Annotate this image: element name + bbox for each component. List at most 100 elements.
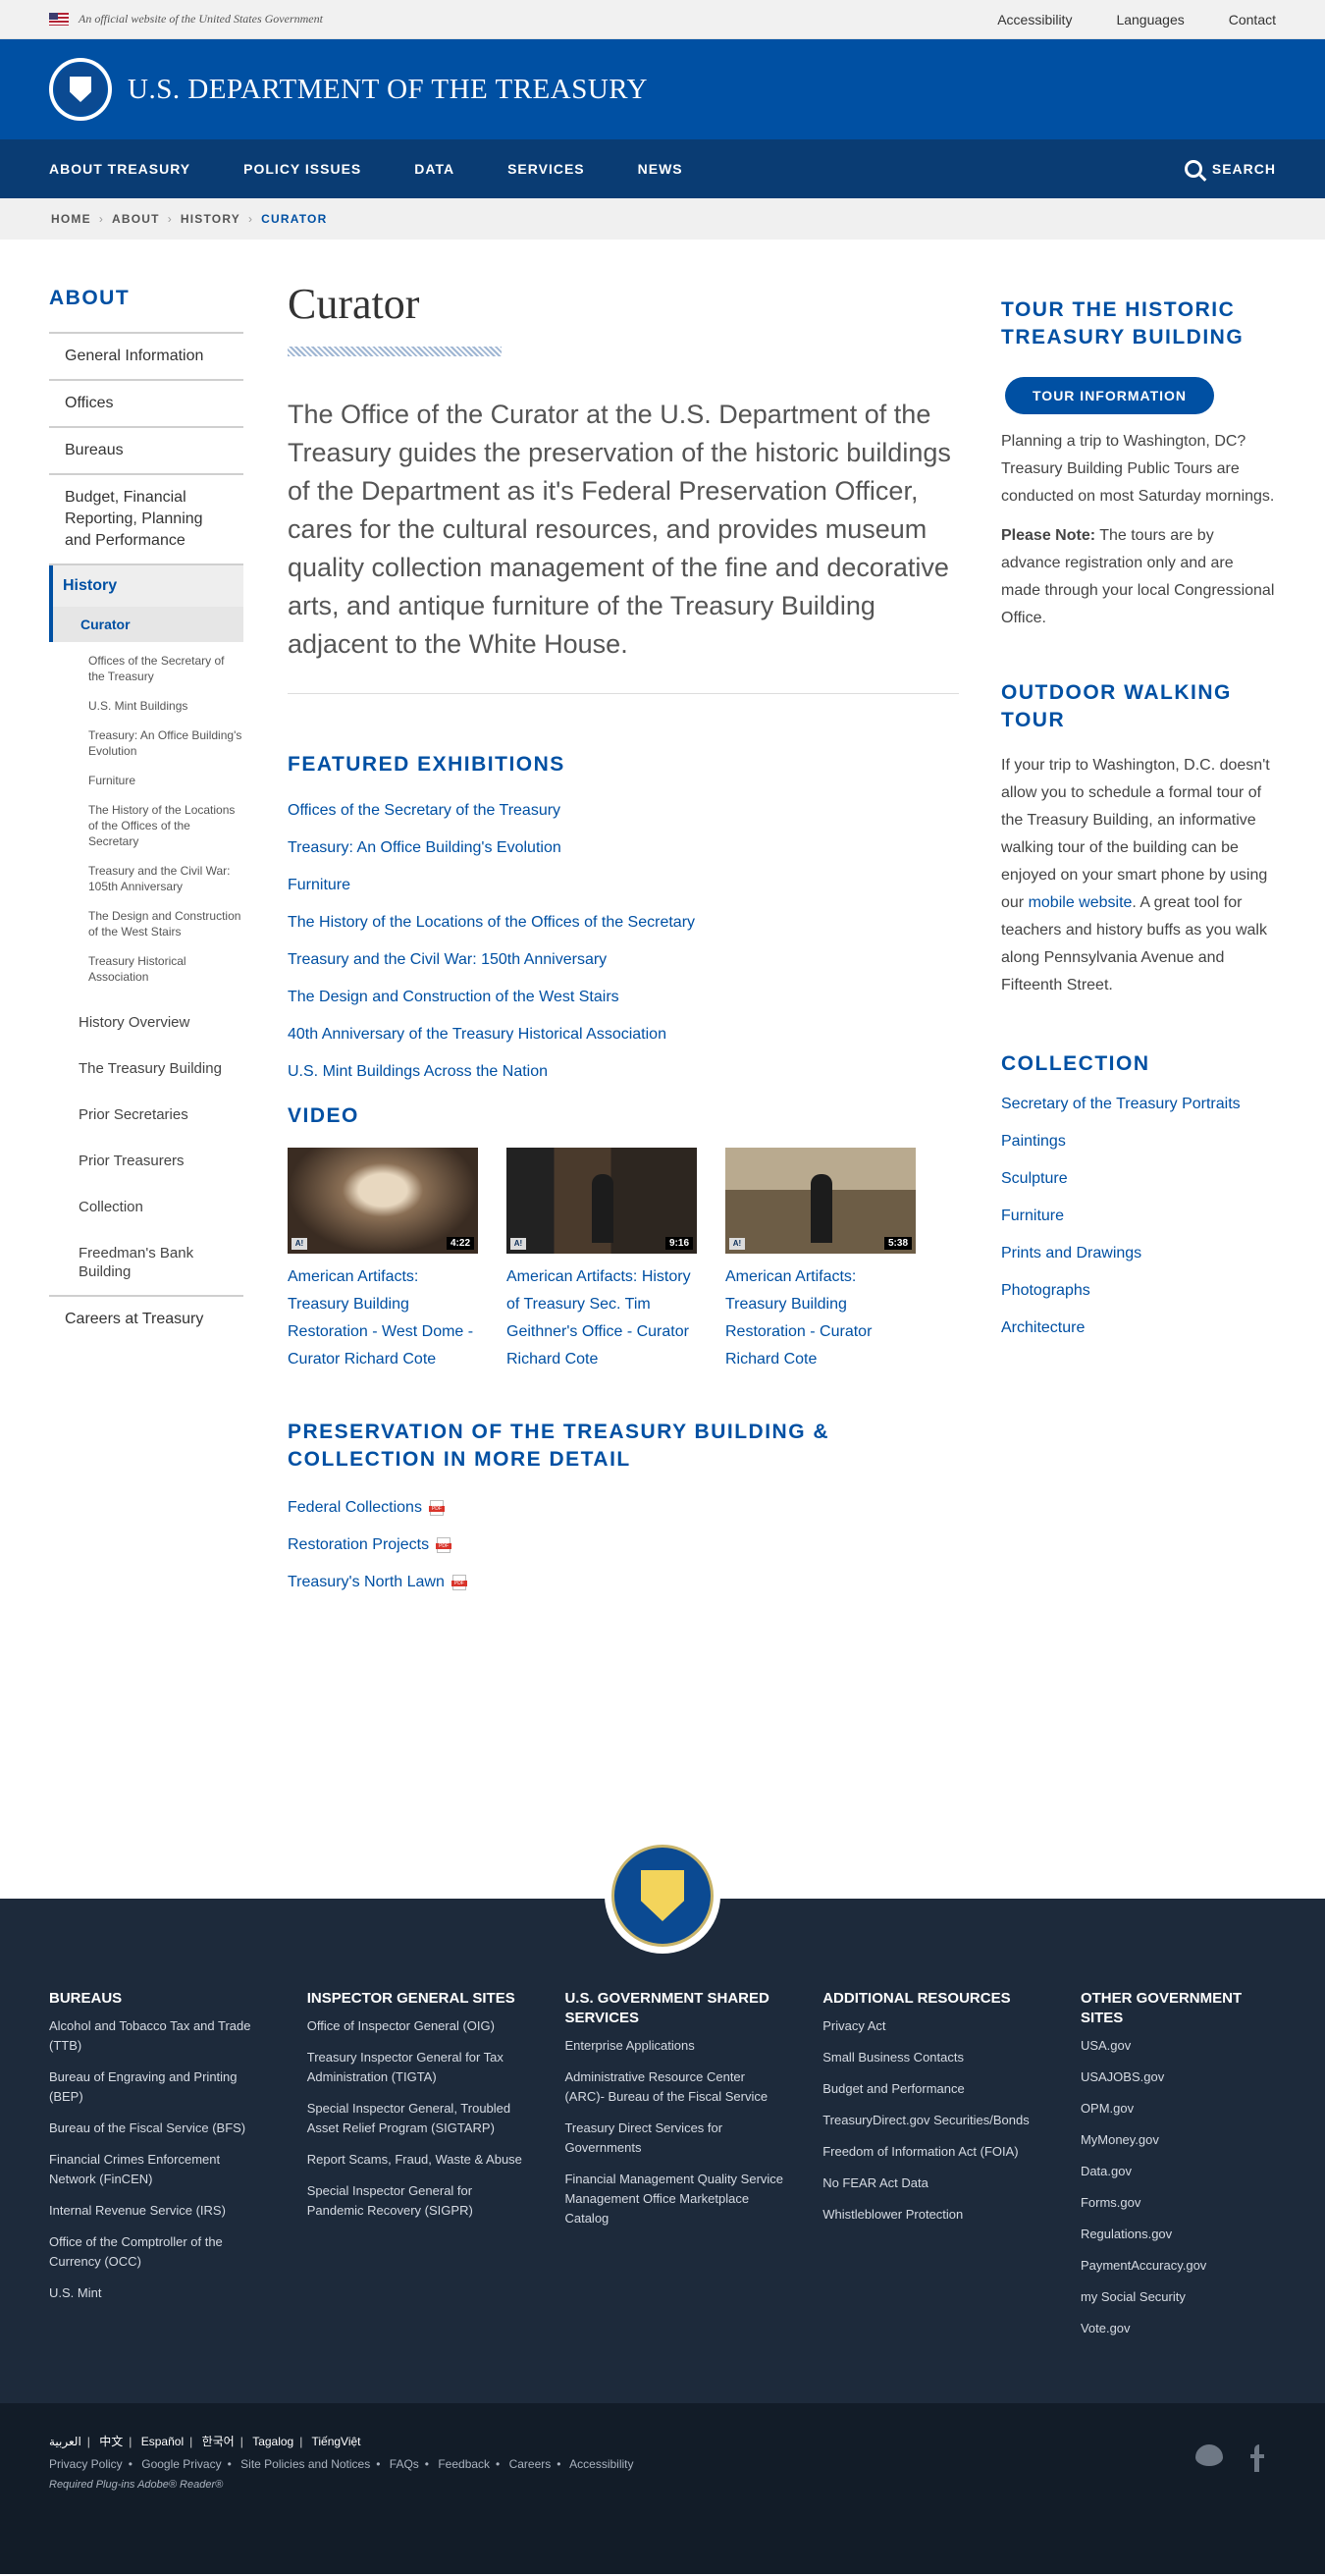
video-thumbnail[interactable]: A! 4:22 xyxy=(288,1148,478,1254)
subnav-item[interactable]: Treasury Historical Association xyxy=(49,946,243,992)
footer-link[interactable]: TreasuryDirect.gov Securities/Bonds xyxy=(822,2111,1081,2130)
exhibition-link[interactable]: Furniture xyxy=(288,867,959,904)
language-link[interactable]: TiếngViệt xyxy=(311,2435,360,2448)
exhibition-link[interactable]: The Design and Construction of the West … xyxy=(288,979,959,1016)
footer-link[interactable]: Data.gov xyxy=(1081,2162,1276,2181)
language-link[interactable]: 中文 xyxy=(99,2435,123,2448)
nav-policy-issues[interactable]: POLICY ISSUES xyxy=(243,161,361,177)
footer-link[interactable]: Budget and Performance xyxy=(822,2079,1081,2099)
contact-link[interactable]: Contact xyxy=(1229,12,1276,27)
subnav-item[interactable]: Furniture xyxy=(49,766,243,795)
collection-link[interactable]: Photographs xyxy=(1001,1272,1276,1310)
footer-link[interactable]: Bureau of the Fiscal Service (BFS) xyxy=(49,2119,307,2138)
nav-about-treasury[interactable]: ABOUT TREASURY xyxy=(49,161,190,177)
footer-link[interactable]: Internal Revenue Service (IRS) xyxy=(49,2201,307,2221)
policy-link[interactable]: FAQs xyxy=(390,2457,419,2471)
search-button[interactable]: SEARCH xyxy=(1184,160,1276,178)
sidebar-item-prior-treasurers[interactable]: Prior Treasurers xyxy=(49,1138,243,1184)
exhibition-link[interactable]: U.S. Mint Buildings Across the Nation xyxy=(288,1053,959,1091)
policy-link[interactable]: Careers xyxy=(509,2457,552,2471)
mobile-website-link[interactable]: mobile website xyxy=(1029,894,1133,911)
pdf-link-north-lawn[interactable]: Treasury's North Lawn xyxy=(288,1564,959,1601)
collection-link[interactable]: Sculpture xyxy=(1001,1160,1276,1198)
footer-link[interactable]: Special Inspector General, Troubled Asse… xyxy=(307,2099,565,2138)
footer-link[interactable]: Forms.gov xyxy=(1081,2193,1276,2213)
tour-information-button[interactable]: TOUR INFORMATION xyxy=(1005,377,1215,414)
collection-link[interactable]: Secretary of the Treasury Portraits xyxy=(1001,1086,1276,1123)
facebook-icon[interactable] xyxy=(1250,2444,1264,2472)
subnav-item[interactable]: The History of the Locations of the Offi… xyxy=(49,795,243,856)
language-link[interactable]: Tagalog xyxy=(252,2435,293,2448)
sidebar-item-general-information[interactable]: General Information xyxy=(49,332,243,381)
treasury-seal-icon[interactable] xyxy=(605,1838,720,1954)
subnav-item[interactable]: Treasury: An Office Building's Evolution xyxy=(49,721,243,766)
subnav-item[interactable]: Treasury and the Civil War: 105th Annive… xyxy=(49,856,243,901)
exhibition-link[interactable]: Treasury and the Civil War: 150th Annive… xyxy=(288,941,959,979)
subnav-item[interactable]: Offices of the Secretary of the Treasury xyxy=(49,646,243,691)
footer-link[interactable]: U.S. Mint xyxy=(49,2283,307,2303)
footer-link[interactable]: USAJOBS.gov xyxy=(1081,2067,1276,2087)
footer-link[interactable]: MyMoney.gov xyxy=(1081,2130,1276,2150)
subnav-item[interactable]: U.S. Mint Buildings xyxy=(49,691,243,721)
policy-link[interactable]: Privacy Policy xyxy=(49,2457,123,2471)
footer-link[interactable]: Alcohol and Tobacco Tax and Trade (TTB) xyxy=(49,2016,307,2056)
exhibition-link[interactable]: The History of the Locations of the Offi… xyxy=(288,904,959,941)
video-title-link[interactable]: American Artifacts: Treasury Building Re… xyxy=(725,1268,872,1368)
footer-link[interactable]: Freedom of Information Act (FOIA) xyxy=(822,2142,1081,2162)
sidebar-item-prior-secretaries[interactable]: Prior Secretaries xyxy=(49,1092,243,1138)
sidebar-item-careers[interactable]: Careers at Treasury xyxy=(49,1295,243,1342)
footer-link[interactable]: Small Business Contacts xyxy=(822,2048,1081,2067)
footer-link[interactable]: USA.gov xyxy=(1081,2036,1276,2056)
footer-link[interactable]: Enterprise Applications xyxy=(564,2036,822,2056)
footer-link[interactable]: Financial Crimes Enforcement Network (Fi… xyxy=(49,2150,307,2189)
footer-link[interactable]: Treasury Inspector General for Tax Admin… xyxy=(307,2048,565,2087)
sidebar-item-treasury-building[interactable]: The Treasury Building xyxy=(49,1046,243,1092)
pdf-link-restoration-projects[interactable]: Restoration Projects xyxy=(288,1527,959,1564)
nav-news[interactable]: NEWS xyxy=(638,161,683,177)
footer-link[interactable]: Administrative Resource Center (ARC)- Bu… xyxy=(564,2067,822,2107)
breadcrumb-history[interactable]: HISTORY xyxy=(181,212,240,226)
twitter-icon[interactable] xyxy=(1195,2444,1223,2466)
breadcrumb-home[interactable]: HOME xyxy=(51,212,91,226)
policy-link[interactable]: Google Privacy xyxy=(141,2457,221,2471)
sidebar-item-bureaus[interactable]: Bureaus xyxy=(49,428,243,475)
footer-link[interactable]: Financial Management Quality Service Man… xyxy=(564,2170,822,2228)
video-thumbnail[interactable]: A! 9:16 xyxy=(506,1148,697,1254)
languages-link[interactable]: Languages xyxy=(1116,12,1184,27)
exhibition-link[interactable]: 40th Anniversary of the Treasury Histori… xyxy=(288,1016,959,1053)
pdf-link-federal-collections[interactable]: Federal Collections xyxy=(288,1489,959,1527)
footer-link[interactable]: Office of Inspector General (OIG) xyxy=(307,2016,565,2036)
collection-link[interactable]: Furniture xyxy=(1001,1198,1276,1235)
exhibition-link[interactable]: Treasury: An Office Building's Evolution xyxy=(288,830,959,867)
site-title[interactable]: U.S. DEPARTMENT OF THE TREASURY xyxy=(128,74,648,106)
footer-link[interactable]: Vote.gov xyxy=(1081,2319,1276,2338)
footer-link[interactable]: OPM.gov xyxy=(1081,2099,1276,2119)
footer-link[interactable]: Regulations.gov xyxy=(1081,2225,1276,2244)
footer-link[interactable]: my Social Security xyxy=(1081,2287,1276,2307)
policy-link[interactable]: Site Policies and Notices xyxy=(240,2457,370,2471)
sidebar-item-curator[interactable]: Curator xyxy=(53,607,243,642)
treasury-seal-icon[interactable] xyxy=(49,58,112,121)
sidebar-item-freedmans-bank[interactable]: Freedman's Bank Building xyxy=(49,1230,243,1295)
footer-link[interactable]: Bureau of Engraving and Printing (BEP) xyxy=(49,2067,307,2107)
exhibition-link[interactable]: Offices of the Secretary of the Treasury xyxy=(288,792,959,830)
footer-link[interactable]: Office of the Comptroller of the Currenc… xyxy=(49,2232,307,2272)
footer-link[interactable]: Treasury Direct Services for Governments xyxy=(564,2119,822,2158)
footer-link[interactable]: PaymentAccuracy.gov xyxy=(1081,2256,1276,2276)
required-plugins[interactable]: Required Plug-ins Adobe® Reader® xyxy=(49,2479,1276,2491)
nav-data[interactable]: DATA xyxy=(414,161,454,177)
subnav-item[interactable]: The Design and Construction of the West … xyxy=(49,901,243,946)
sidebar-item-collection[interactable]: Collection xyxy=(49,1184,243,1230)
footer-link[interactable]: Special Inspector General for Pandemic R… xyxy=(307,2181,565,2221)
footer-link[interactable]: Whistleblower Protection xyxy=(822,2205,1081,2225)
collection-link[interactable]: Paintings xyxy=(1001,1123,1276,1160)
video-title-link[interactable]: American Artifacts: History of Treasury … xyxy=(506,1268,691,1368)
footer-link[interactable]: Privacy Act xyxy=(822,2016,1081,2036)
footer-link[interactable]: No FEAR Act Data xyxy=(822,2174,1081,2193)
language-link[interactable]: العربية xyxy=(49,2435,81,2448)
collection-link[interactable]: Prints and Drawings xyxy=(1001,1235,1276,1272)
video-thumbnail[interactable]: A! 5:38 xyxy=(725,1148,916,1254)
sidebar-item-budget[interactable]: Budget, Financial Reporting, Planning an… xyxy=(49,475,243,565)
policy-link[interactable]: Feedback xyxy=(438,2457,490,2471)
nav-services[interactable]: SERVICES xyxy=(507,161,585,177)
